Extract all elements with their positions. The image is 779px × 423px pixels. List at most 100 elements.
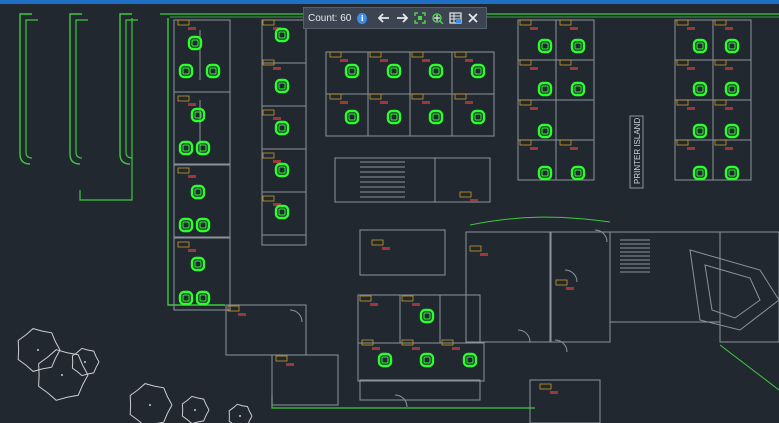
room-tag [555, 279, 568, 286]
highlighted-chair [692, 165, 708, 181]
room-tag [177, 19, 190, 26]
room-note [238, 313, 246, 316]
room-outline [173, 237, 231, 311]
room-note [550, 391, 558, 394]
room-note [725, 67, 733, 70]
highlighted-chair-seat [474, 113, 482, 121]
counted-chair-blocks [178, 27, 740, 368]
room-outline [173, 19, 231, 93]
room-note [380, 59, 388, 62]
highlighted-chair [428, 63, 444, 79]
highlighted-chair-seat [390, 113, 398, 121]
previous-arrow-icon [378, 13, 390, 23]
info-icon[interactable]: i [357, 12, 368, 24]
room-outline [261, 105, 307, 150]
room-tag [676, 99, 689, 106]
room-note [470, 199, 478, 202]
room-tag [177, 167, 190, 174]
tree-outline [228, 403, 253, 423]
room-tag [369, 51, 382, 58]
previous-button[interactable] [375, 9, 393, 27]
room-note [687, 67, 695, 70]
highlighted-chair-seat [348, 113, 356, 121]
room-tag [459, 191, 472, 198]
room-note [452, 347, 460, 350]
highlighted-chair [195, 217, 211, 233]
highlighted-chair-seat [541, 85, 549, 93]
highlighted-chair-seat [199, 294, 207, 302]
room-outline [334, 157, 436, 203]
printer-island-label: PRINTER ISLAND [629, 115, 644, 189]
tree-center [194, 409, 196, 411]
room-note [465, 59, 473, 62]
tree-center [84, 361, 86, 363]
highlighted-chair [377, 352, 393, 368]
highlighted-chair [470, 63, 486, 79]
highlighted-chair-seat [194, 260, 202, 268]
highlighted-chair-seat [696, 127, 704, 135]
room-tag [519, 59, 532, 66]
close-icon [468, 13, 478, 23]
room-note [530, 67, 538, 70]
highlighted-chair-seat [194, 188, 202, 196]
close-button[interactable] [464, 9, 482, 27]
highlighted-chair-seat [199, 144, 207, 152]
highlighted-chair-seat [728, 169, 736, 177]
highlighted-chair-seat [423, 312, 431, 320]
highlighted-chair-seat [696, 42, 704, 50]
room-note [725, 147, 733, 150]
room-tag [519, 19, 532, 26]
room-outline [225, 304, 307, 356]
room-note [465, 101, 473, 104]
cad-drawing-canvas[interactable]: PRINTER ISLAND [0, 0, 779, 423]
room-note [372, 347, 380, 350]
room-outline [712, 139, 752, 181]
highlighted-chair-seat [696, 85, 704, 93]
room-tags [177, 19, 733, 394]
room-tag [262, 109, 275, 116]
room-tag [401, 295, 414, 302]
highlighted-chair-seat [278, 166, 286, 174]
room-note [273, 67, 281, 70]
room-outline [357, 294, 401, 344]
select-objects-button[interactable] [429, 9, 447, 27]
highlighted-chair [344, 109, 360, 125]
door-arc [517, 329, 531, 343]
highlighted-chair [692, 38, 708, 54]
zoom-to-extents-button[interactable] [411, 9, 429, 27]
room-note [380, 101, 388, 104]
room-tag [676, 19, 689, 26]
room-tag [559, 19, 572, 26]
highlighted-chair-seat [574, 85, 582, 93]
insert-table-icon [449, 12, 462, 24]
highlighted-chair [724, 38, 740, 54]
room-tag [714, 139, 727, 146]
room-note [370, 303, 378, 306]
highlighted-chair-seat [696, 169, 704, 177]
room-note [188, 27, 196, 30]
highlighted-chair-seat [182, 144, 190, 152]
room-note [382, 247, 390, 250]
tree-outline [129, 383, 173, 423]
room-tag [714, 19, 727, 26]
room-note [340, 101, 348, 104]
next-button[interactable] [393, 9, 411, 27]
room-outline [549, 231, 611, 343]
highlighted-chair [428, 109, 444, 125]
highlighted-chair [274, 27, 290, 43]
landscape-trees [17, 328, 253, 423]
insert-table-button[interactable] [446, 9, 464, 27]
room-tag [329, 51, 342, 58]
room-tag [275, 355, 288, 362]
highlighted-chair [462, 352, 478, 368]
highlighted-chair [274, 162, 290, 178]
room-note [340, 59, 348, 62]
green-bottom-wall [271, 395, 535, 409]
room-tag [262, 152, 275, 159]
highlighted-chair [178, 140, 194, 156]
highlighted-chair [570, 165, 586, 181]
highlighted-chair [537, 123, 553, 139]
highlighted-chair-seat [182, 67, 190, 75]
highlighted-chair [724, 81, 740, 97]
highlighted-chair-seat [474, 67, 482, 75]
